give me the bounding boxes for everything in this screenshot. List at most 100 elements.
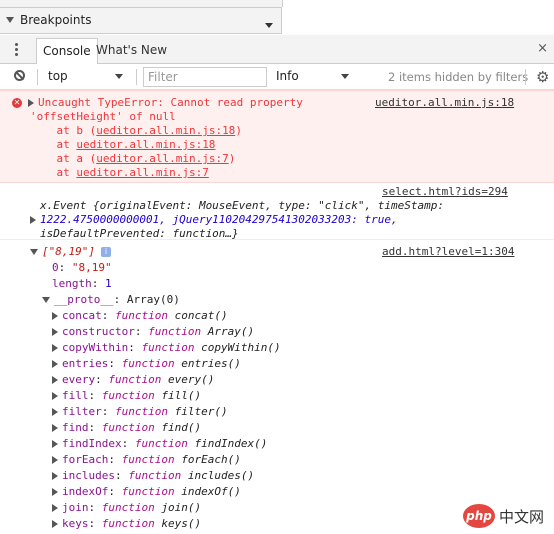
scroll-down-arrow-icon[interactable] (265, 23, 273, 28)
event-line3: isDefaultPrevented: function…} (40, 227, 239, 240)
expand-method-icon[interactable] (52, 360, 58, 368)
proto-method-row[interactable]: every: function every() (52, 373, 214, 386)
proto-method-row[interactable]: forEach: function forEach() (52, 453, 241, 466)
info-icon[interactable]: i (100, 247, 111, 257)
stack-text: ) (228, 152, 236, 165)
console-output: ✕ Uncaught TypeError: Cannot read proper… (0, 90, 554, 534)
more-menu-icon[interactable] (15, 43, 18, 58)
function-keyword: function (101, 389, 155, 402)
proto-method-row[interactable]: fill: function fill() (52, 389, 201, 402)
method-name: constructor (62, 325, 135, 338)
divider (525, 69, 526, 85)
stack-link[interactable]: ueditor.all.min.js:18 (96, 124, 235, 137)
proto-value: Array(0) (126, 293, 180, 306)
console-error-message: ✕ Uncaught TypeError: Cannot read proper… (0, 90, 554, 183)
breakpoints-section-header[interactable]: Breakpoints (0, 7, 282, 34)
level-dropdown-icon[interactable] (341, 74, 349, 79)
event-source-link[interactable]: select.html?ids=294 (382, 185, 508, 198)
expand-method-icon[interactable] (52, 376, 58, 384)
stack-link[interactable]: ueditor.all.min.js:7 (96, 152, 228, 165)
expand-triangle-icon[interactable] (6, 17, 14, 23)
proto-method-row[interactable]: concat: function concat() (52, 309, 228, 322)
proto-key: __proto__ (54, 293, 114, 306)
tab-console[interactable]: Console (36, 38, 98, 64)
log-level-selector[interactable]: Info (276, 69, 299, 83)
expand-method-icon[interactable] (52, 312, 58, 320)
php-badge: php (463, 504, 495, 528)
method-signature: copyWithin() (201, 341, 281, 354)
proto-method-row[interactable]: find: function find() (52, 421, 201, 434)
context-selector[interactable]: top (48, 69, 68, 83)
method-signature: find() (161, 421, 202, 434)
expand-method-icon[interactable] (52, 408, 58, 416)
expand-method-icon[interactable] (52, 392, 58, 400)
function-keyword: function (141, 341, 195, 354)
proto-method-row[interactable]: filter: function filter() (52, 405, 228, 418)
method-name: copyWithin (62, 341, 129, 354)
method-signature: findIndex() (194, 437, 268, 450)
clear-console-icon[interactable] (14, 70, 25, 81)
proto-method-row[interactable]: join: function join() (52, 501, 201, 514)
method-signature: forEach() (181, 453, 241, 466)
proto-method-row[interactable]: entries: function entries() (52, 357, 241, 370)
context-dropdown-icon[interactable] (115, 74, 123, 79)
method-name: concat (62, 309, 102, 322)
php-cn-watermark-logo: php 中文网 (463, 504, 549, 530)
method-name: indexOf (62, 485, 109, 498)
expand-method-icon[interactable] (52, 456, 58, 464)
method-signature: filter() (174, 405, 228, 418)
proto-method-row[interactable]: indexOf: function indexOf() (52, 485, 241, 498)
array-summary: ["8,19"] (42, 245, 95, 258)
event-line2: 1222.4750000000001, jQuery11020429754130… (40, 213, 398, 226)
function-keyword: function (101, 517, 155, 530)
stack-text: at (30, 166, 77, 179)
proto-method-row[interactable]: copyWithin: function copyWithin() (52, 341, 281, 354)
array-index-key: 0 (52, 261, 59, 274)
function-keyword: function (101, 501, 155, 514)
console-log-array: add.html?level=1:304 ["8,19"] i 0: "8,19"… (0, 240, 554, 534)
expand-method-icon[interactable] (52, 344, 58, 352)
divider (136, 69, 137, 85)
method-name: join (62, 501, 89, 514)
stack-link[interactable]: ueditor.all.min.js:7 (76, 166, 208, 179)
stack-text: ) (235, 124, 242, 137)
method-name: entries (62, 357, 109, 370)
expand-method-icon[interactable] (52, 472, 58, 480)
expand-event-icon[interactable] (30, 216, 36, 224)
length-key: length (52, 277, 92, 290)
divider (37, 69, 38, 85)
method-name: includes (62, 469, 115, 482)
function-keyword: function (148, 325, 202, 338)
stack-link[interactable]: ueditor.all.min.js:18 (76, 138, 215, 151)
collapse-array-icon[interactable] (30, 249, 38, 255)
breakpoints-label: Breakpoints (20, 13, 92, 27)
proto-method-row[interactable]: constructor: function Array() (52, 325, 254, 338)
expand-method-icon[interactable] (52, 440, 58, 448)
function-keyword: function (121, 357, 175, 370)
expand-error-icon[interactable] (28, 99, 34, 107)
method-signature: every() (167, 373, 215, 386)
stack-text: at a ( (30, 152, 97, 165)
error-source-link[interactable]: ueditor.all.min.js:18 (375, 96, 514, 109)
drawer-tabbar: Console What's New × (0, 35, 554, 64)
expand-method-icon[interactable] (52, 504, 58, 512)
expand-method-icon[interactable] (52, 520, 58, 528)
close-drawer-icon[interactable]: × (537, 41, 548, 56)
expand-method-icon[interactable] (52, 424, 58, 432)
function-keyword: function (121, 453, 175, 466)
method-signature: keys() (161, 517, 202, 530)
error-text-line2: 'offsetHeight' of null (30, 110, 176, 123)
gear-icon[interactable]: ⚙ (536, 68, 549, 86)
proto-method-row[interactable]: includes: function includes() (52, 469, 254, 482)
expand-method-icon[interactable] (52, 328, 58, 336)
error-text-line1: Uncaught TypeError: Cannot read property (38, 96, 303, 109)
collapse-proto-icon[interactable] (42, 297, 50, 303)
proto-method-row[interactable]: findIndex: function findIndex() (52, 437, 267, 450)
top-panel-strip (0, 0, 283, 7)
filter-input[interactable] (143, 67, 267, 87)
console-filter-bar: top Info 2 items hidden by filters ⚙ (0, 64, 554, 90)
array-source-link[interactable]: add.html?level=1:304 (382, 245, 514, 258)
proto-method-row[interactable]: keys: function keys() (52, 517, 201, 530)
expand-method-icon[interactable] (52, 488, 58, 496)
tab-whats-new[interactable]: What's New (96, 38, 167, 62)
